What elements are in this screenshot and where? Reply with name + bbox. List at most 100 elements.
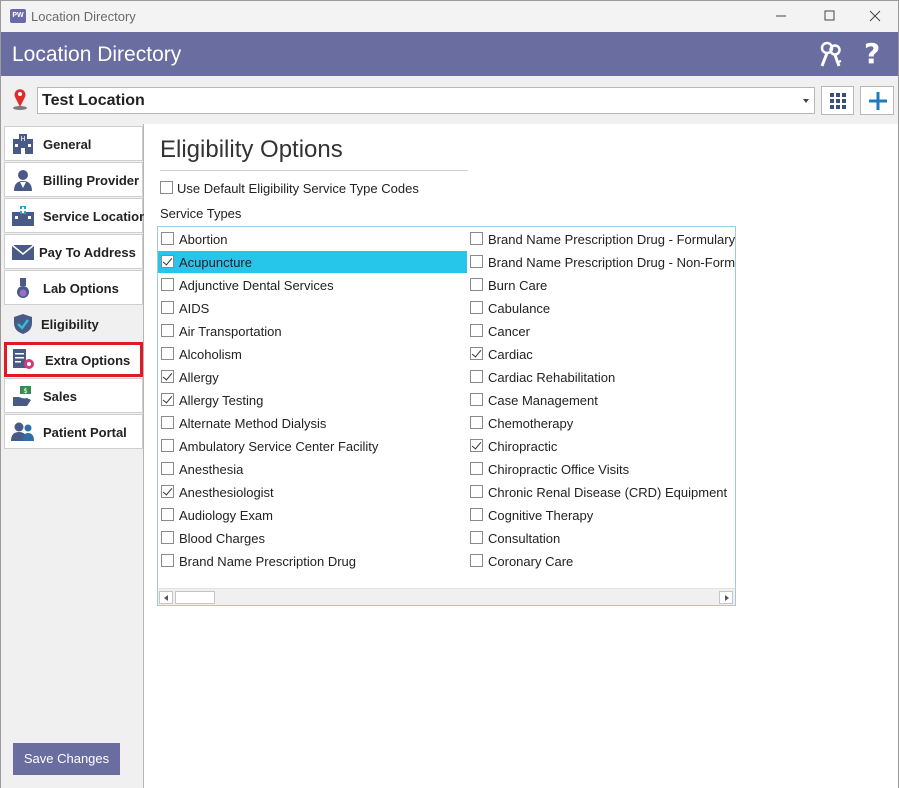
maximize-button[interactable]	[807, 1, 853, 32]
sidebar-item-service-location[interactable]: Service Location	[4, 198, 147, 233]
grid-icon	[830, 93, 846, 109]
service-type-checkbox[interactable]	[470, 508, 483, 521]
sidebar-item-general[interactable]: H General	[4, 126, 143, 161]
service-type-row[interactable]: Acupuncture	[158, 251, 467, 273]
service-type-row[interactable]: Burn Care	[467, 274, 735, 296]
service-type-checkbox[interactable]	[161, 416, 174, 429]
save-changes-button[interactable]: Save Changes	[13, 743, 120, 775]
service-type-row[interactable]: Alternate Method Dialysis	[158, 412, 467, 434]
service-type-checkbox[interactable]	[161, 347, 174, 360]
service-type-checkbox[interactable]	[470, 416, 483, 429]
service-type-checkbox[interactable]	[161, 393, 174, 406]
service-type-checkbox[interactable]	[161, 462, 174, 475]
keys-icon[interactable]	[817, 40, 845, 68]
add-location-button[interactable]	[860, 86, 894, 115]
service-types-list[interactable]: Abortion Acupuncture Adjunctive Dental Ser…	[157, 226, 736, 606]
service-type-row[interactable]: Coronary Care	[467, 550, 735, 572]
sidebar-item-extra-options[interactable]: Extra Options	[4, 342, 143, 377]
service-type-checkbox[interactable]	[470, 462, 483, 475]
service-type-row[interactable]: Cabulance	[467, 297, 735, 319]
service-type-row[interactable]: Adjunctive Dental Services	[158, 274, 467, 296]
app-icon: PW	[10, 9, 26, 23]
sidebar-item-eligibility[interactable]: Eligibility	[4, 306, 143, 341]
service-type-row[interactable]: AIDS	[158, 297, 467, 319]
location-dropdown[interactable]: Test Location	[37, 87, 815, 114]
service-type-checkbox[interactable]	[161, 531, 174, 544]
sidebar-item-label: Service Location	[43, 209, 148, 224]
service-type-row[interactable]: Alcoholism	[158, 343, 467, 365]
horizontal-scrollbar[interactable]	[158, 588, 735, 605]
service-type-checkbox[interactable]	[470, 301, 483, 314]
scroll-left-arrow-icon[interactable]	[159, 591, 173, 604]
service-type-row[interactable]: Case Management	[467, 389, 735, 411]
service-type-label: Burn Care	[488, 278, 548, 293]
scroll-right-arrow-icon[interactable]	[719, 591, 733, 604]
service-type-row[interactable]: Air Transportation	[158, 320, 467, 342]
service-type-row[interactable]: Allergy	[158, 366, 467, 388]
service-type-checkbox[interactable]	[161, 485, 174, 498]
grid-view-button[interactable]	[821, 86, 854, 115]
eligibility-panel: Eligibility Options Use Default Eligibil…	[144, 124, 898, 788]
service-type-row[interactable]: Consultation	[467, 527, 735, 549]
money-hand-icon: $	[13, 386, 31, 406]
minimize-button[interactable]	[758, 1, 804, 32]
svg-text:$: $	[23, 387, 27, 395]
shield-check-icon	[14, 314, 32, 334]
service-types-label: Service Types	[160, 206, 242, 221]
service-type-row[interactable]: Cardiac	[467, 343, 735, 365]
service-type-checkbox[interactable]	[161, 255, 174, 268]
service-type-checkbox[interactable]	[161, 232, 174, 245]
service-type-row[interactable]: Chronic Renal Disease (CRD) Equipment	[467, 481, 735, 503]
sidebar-item-billing-provider[interactable]: Billing Provider	[4, 162, 143, 197]
service-type-checkbox[interactable]	[161, 508, 174, 521]
service-type-row[interactable]: Cognitive Therapy	[467, 504, 735, 526]
scrollbar-thumb[interactable]	[175, 591, 215, 604]
clinic-building-icon	[12, 206, 34, 226]
service-type-row[interactable]: Chemotherapy	[467, 412, 735, 434]
service-type-checkbox[interactable]	[470, 324, 483, 337]
service-type-checkbox[interactable]	[161, 278, 174, 291]
service-type-row[interactable]: Ambulatory Service Center Facility	[158, 435, 467, 457]
service-type-checkbox[interactable]	[161, 324, 174, 337]
service-type-row[interactable]: Cardiac Rehabilitation	[467, 366, 735, 388]
service-type-row[interactable]: Cancer	[467, 320, 735, 342]
service-type-checkbox[interactable]	[470, 531, 483, 544]
sidebar-item-pay-to-address[interactable]: Pay To Address	[4, 234, 143, 269]
service-type-checkbox[interactable]	[161, 301, 174, 314]
service-type-row[interactable]: Allergy Testing	[158, 389, 467, 411]
service-type-checkbox[interactable]	[470, 439, 483, 452]
service-type-checkbox[interactable]	[470, 485, 483, 498]
use-default-label: Use Default Eligibility Service Type Cod…	[177, 181, 419, 196]
service-type-label: Chiropractic Office Visits	[488, 462, 630, 477]
service-type-row[interactable]: Anesthesia	[158, 458, 467, 480]
service-type-row[interactable]: Brand Name Prescription Drug - Formulary	[467, 228, 736, 250]
service-type-checkbox[interactable]	[470, 278, 483, 291]
service-type-row[interactable]: Brand Name Prescription Drug - Non-Formu…	[467, 251, 736, 273]
service-type-row[interactable]: Abortion	[158, 228, 467, 250]
service-type-row[interactable]: Audiology Exam	[158, 504, 467, 526]
service-type-checkbox[interactable]	[470, 393, 483, 406]
users-icon	[11, 422, 34, 441]
service-type-row[interactable]: Chiropractic	[467, 435, 735, 457]
service-type-checkbox[interactable]	[470, 232, 483, 245]
service-type-checkbox[interactable]	[470, 370, 483, 383]
service-type-checkbox[interactable]	[161, 370, 174, 383]
service-type-label: Brand Name Prescription Drug - Formulary	[488, 232, 736, 247]
sidebar-item-patient-portal[interactable]: Patient Portal	[4, 414, 143, 449]
service-type-checkbox[interactable]	[470, 554, 483, 567]
title-divider	[160, 170, 468, 171]
use-default-checkbox[interactable]	[160, 181, 173, 194]
service-type-row[interactable]: Chiropractic Office Visits	[467, 458, 735, 480]
service-type-label: Brand Name Prescription Drug - Non-Formu…	[488, 255, 736, 270]
service-type-checkbox[interactable]	[161, 439, 174, 452]
service-type-row[interactable]: Anesthesiologist	[158, 481, 467, 503]
service-type-row[interactable]: Brand Name Prescription Drug	[158, 550, 467, 572]
help-icon[interactable]: ?	[864, 37, 880, 70]
sidebar-item-sales[interactable]: $ Sales	[4, 378, 143, 413]
service-type-row[interactable]: Blood Charges	[158, 527, 467, 549]
service-type-checkbox[interactable]	[161, 554, 174, 567]
service-type-checkbox[interactable]	[470, 347, 483, 360]
sidebar-item-lab-options[interactable]: Lab Options	[4, 270, 143, 305]
service-type-checkbox[interactable]	[470, 255, 483, 268]
close-button[interactable]	[852, 1, 898, 32]
